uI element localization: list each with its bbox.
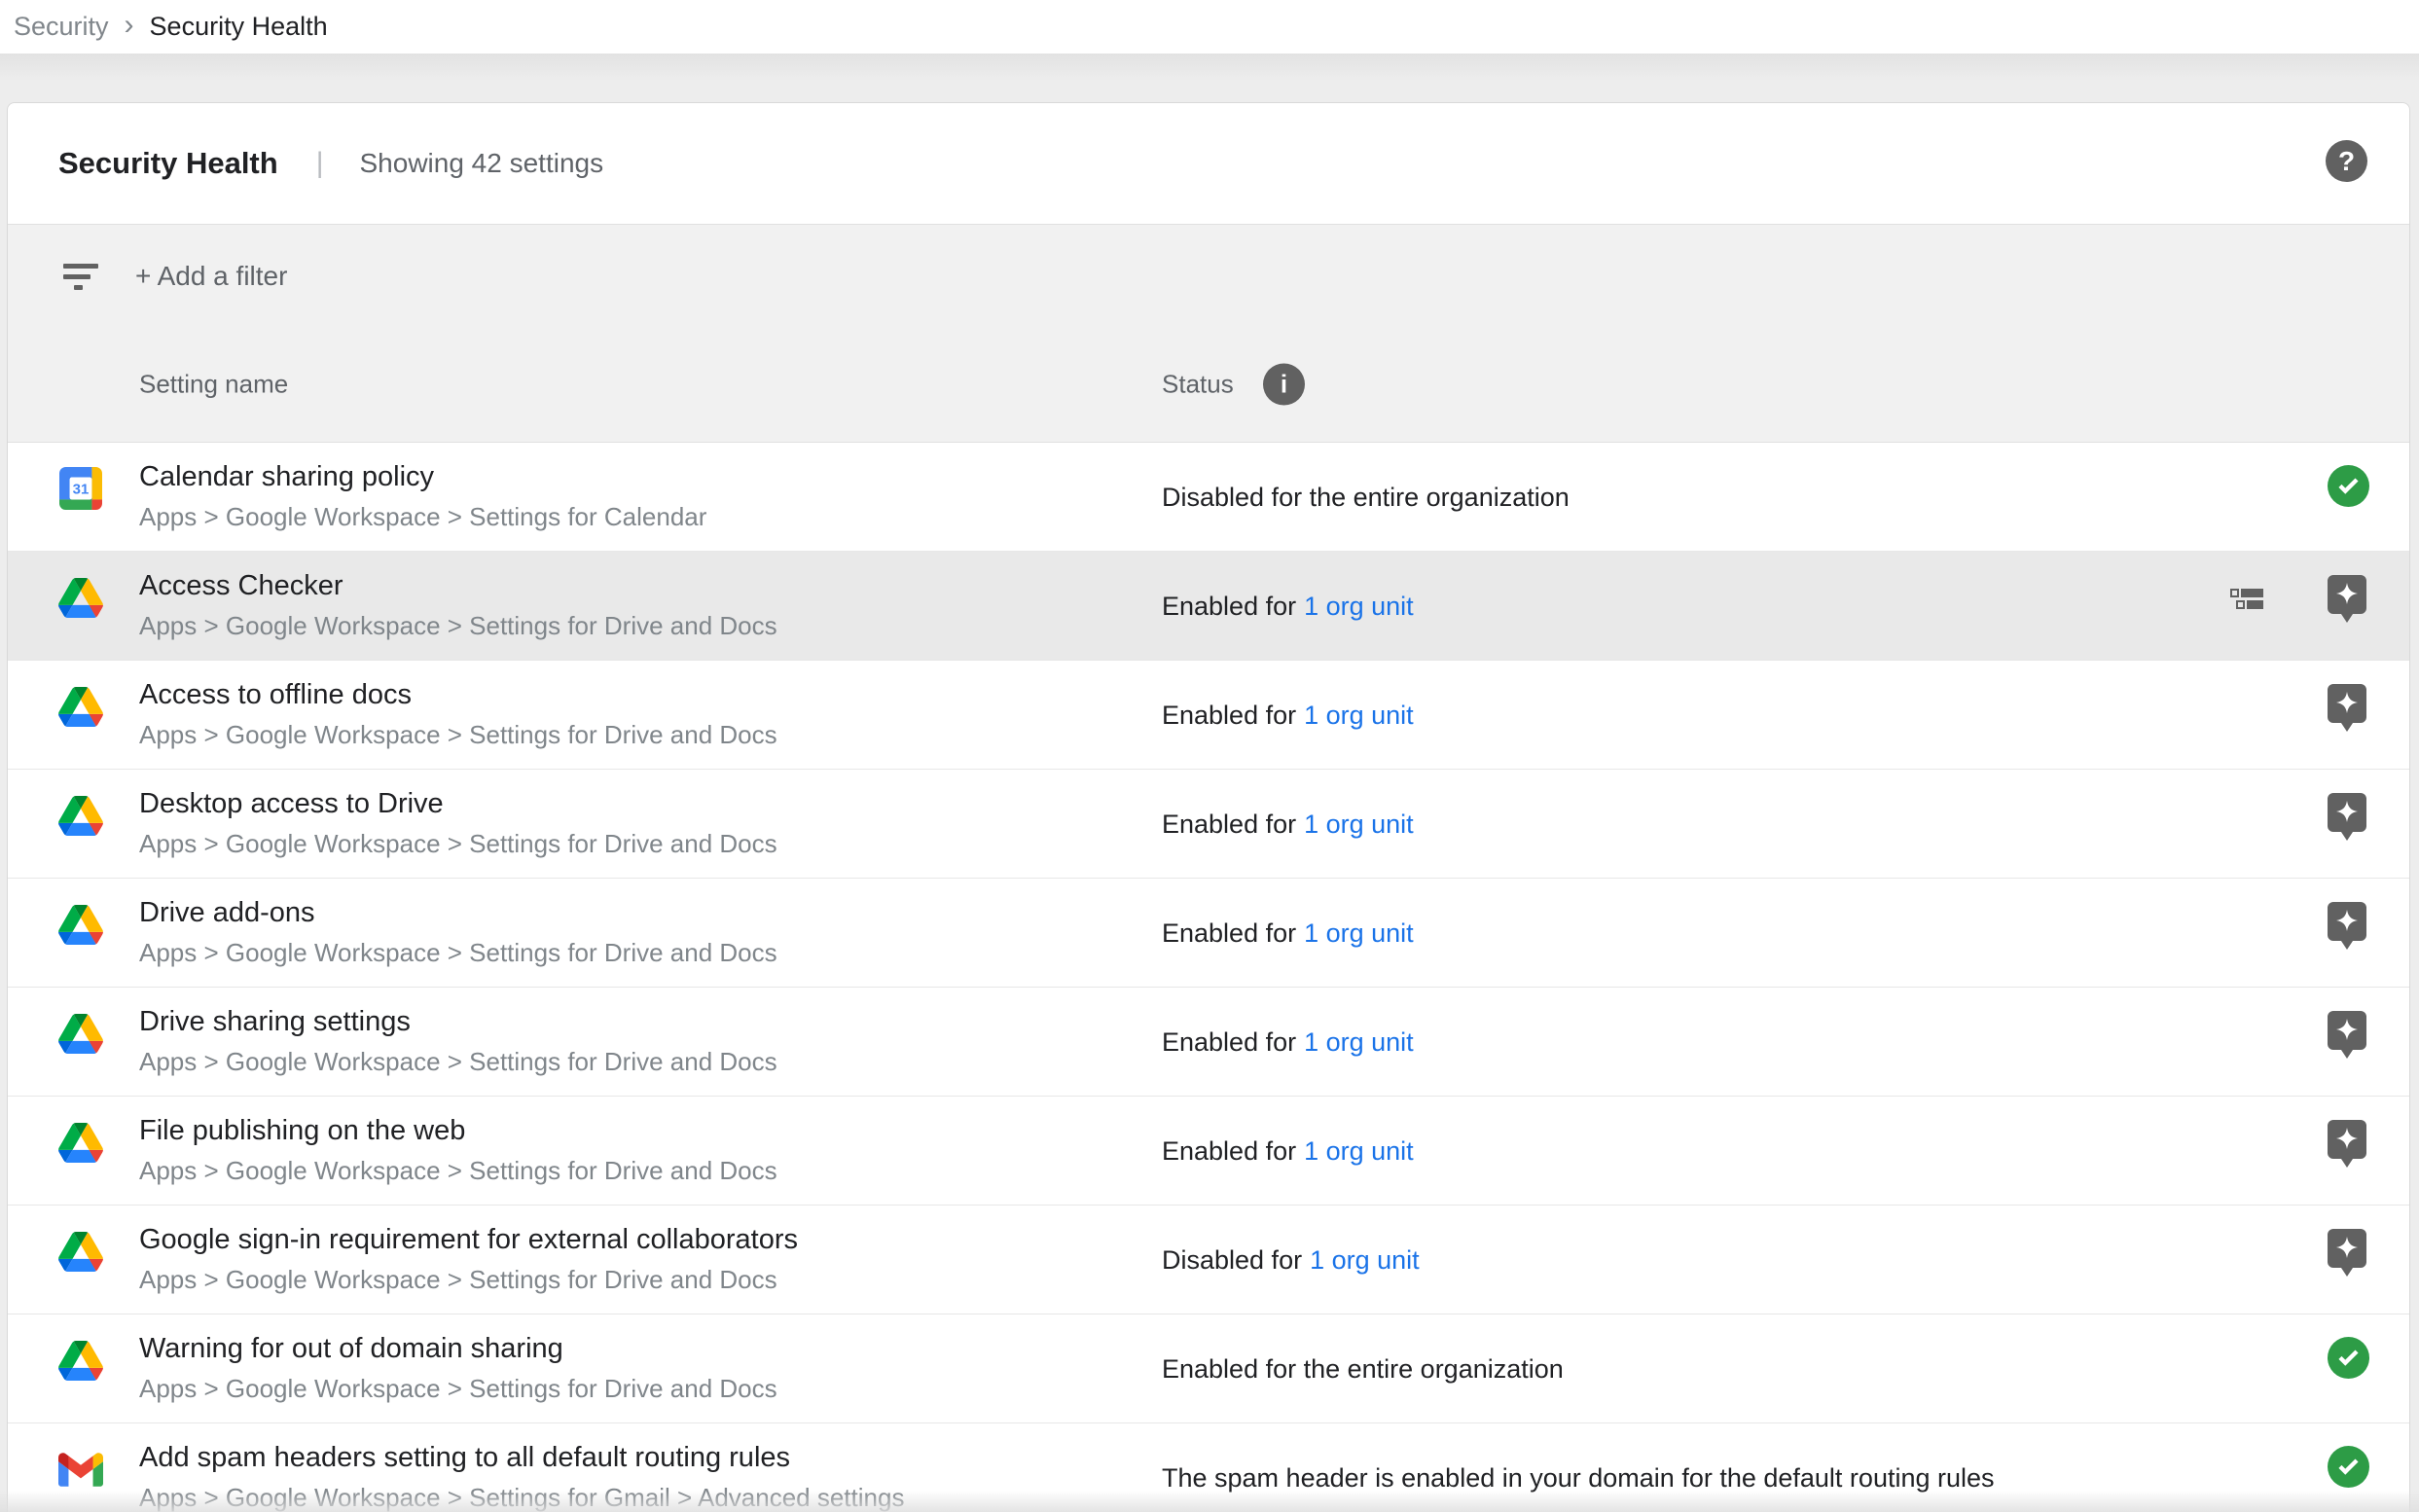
status-ok-check-icon: [2328, 465, 2369, 507]
drive-icon: [58, 1338, 103, 1383]
status-text: Disabled for: [1162, 1245, 1302, 1276]
setting-name: Desktop access to Drive: [139, 788, 444, 820]
drive-icon: [58, 793, 103, 838]
status-text: Enabled for: [1162, 810, 1296, 840]
help-icon: ?: [2338, 146, 2355, 177]
page-title: Security Health: [58, 146, 278, 181]
gmail-icon: [58, 1447, 103, 1492]
recommendation-icon[interactable]: [2328, 902, 2366, 950]
status-text: Disabled for the entire organization: [1162, 483, 1570, 513]
setting-status: Enabled for 1 org unit: [1162, 770, 1414, 879]
setting-path: Apps > Google Workspace > Settings for D…: [139, 938, 777, 968]
table-row[interactable]: Access Checker Apps > Google Workspace > …: [8, 552, 2409, 661]
status-text: Enabled for the entire organization: [1162, 1354, 1564, 1385]
title-separator: |: [316, 147, 324, 180]
table-header: Setting name Status i: [8, 327, 2409, 443]
setting-name: Drive sharing settings: [139, 1006, 411, 1038]
org-unit-link[interactable]: 1 org unit: [1304, 1136, 1414, 1167]
setting-name: Add spam headers setting to all default …: [139, 1442, 790, 1474]
setting-path: Apps > Google Workspace > Settings for C…: [139, 502, 706, 532]
status-ok-check-icon: [2328, 1446, 2369, 1488]
setting-status: The spam header is enabled in your domai…: [1162, 1423, 1995, 1512]
status-text: Enabled for: [1162, 1027, 1296, 1058]
recommendation-icon[interactable]: [2328, 575, 2366, 623]
recommendation-icon[interactable]: [2328, 684, 2366, 732]
org-unit-list-icon: [2230, 589, 2263, 609]
security-health-card: Security Health | Showing 42 settings ? …: [7, 102, 2410, 1512]
org-unit-link[interactable]: 1 org unit: [1304, 810, 1414, 840]
setting-path: Apps > Google Workspace > Settings for G…: [139, 1483, 904, 1512]
setting-path: Apps > Google Workspace > Settings for D…: [139, 1374, 777, 1404]
settings-table-body: 31 Calendar sharing policy Apps > Google W…: [8, 443, 2409, 1512]
setting-name: Access Checker: [139, 570, 343, 602]
drive-icon: [58, 684, 103, 729]
table-row[interactable]: Drive add-ons Apps > Google Workspace > S…: [8, 879, 2409, 988]
table-row[interactable]: Drive sharing settings Apps > Google Work…: [8, 988, 2409, 1097]
recommendation-icon[interactable]: [2328, 1229, 2366, 1277]
table-row[interactable]: Desktop access to Drive Apps > Google Wor…: [8, 770, 2409, 879]
drive-icon: [58, 1229, 103, 1274]
drive-icon: [58, 1011, 103, 1056]
table-row[interactable]: File publishing on the web Apps > Google …: [8, 1097, 2409, 1206]
add-filter-button[interactable]: + Add a filter: [135, 261, 287, 292]
setting-status: Enabled for 1 org unit: [1162, 879, 1414, 988]
card-header: Security Health | Showing 42 settings ?: [8, 103, 2409, 224]
setting-status: Disabled for the entire organization: [1162, 443, 1570, 552]
setting-name: File publishing on the web: [139, 1115, 465, 1147]
breadcrumb-current-page: Security Health: [150, 12, 328, 42]
status-text: Enabled for: [1162, 701, 1296, 731]
table-row[interactable]: Warning for out of domain sharing Apps > …: [8, 1314, 2409, 1423]
status-info-icon[interactable]: i: [1263, 364, 1305, 406]
setting-status: Enabled for 1 org unit: [1162, 988, 1414, 1097]
status-text: Enabled for: [1162, 918, 1296, 949]
setting-path: Apps > Google Workspace > Settings for D…: [139, 611, 777, 641]
table-row[interactable]: Add spam headers setting to all default …: [8, 1423, 2409, 1512]
setting-status: Enabled for 1 org unit: [1162, 1097, 1414, 1206]
setting-path: Apps > Google Workspace > Settings for D…: [139, 720, 777, 750]
svg-text:31: 31: [73, 482, 90, 498]
org-unit-link[interactable]: 1 org unit: [1304, 918, 1414, 949]
breadcrumb-link-security[interactable]: Security: [14, 12, 109, 42]
setting-path: Apps > Google Workspace > Settings for D…: [139, 1265, 777, 1295]
setting-path: Apps > Google Workspace > Settings for D…: [139, 1047, 777, 1077]
org-unit-link[interactable]: 1 org unit: [1304, 592, 1414, 622]
status-ok-check-icon: [2328, 1337, 2369, 1379]
setting-status: Enabled for 1 org unit: [1162, 661, 1414, 770]
status-text: Enabled for: [1162, 1136, 1296, 1167]
filter-bar: + Add a filter: [8, 224, 2409, 327]
drive-icon: [58, 1120, 103, 1165]
help-button[interactable]: ?: [2326, 140, 2367, 182]
table-row[interactable]: 31 Calendar sharing policy Apps > Google W…: [8, 443, 2409, 552]
setting-name: Drive add-ons: [139, 897, 315, 929]
setting-path: Apps > Google Workspace > Settings for D…: [139, 829, 777, 859]
setting-name: Warning for out of domain sharing: [139, 1333, 563, 1365]
setting-name: Calendar sharing policy: [139, 461, 434, 493]
calendar-icon: 31: [58, 466, 103, 511]
table-row[interactable]: Google sign-in requirement for external …: [8, 1206, 2409, 1314]
table-row[interactable]: Access to offline docs Apps > Google Work…: [8, 661, 2409, 770]
recommendation-icon[interactable]: [2328, 1120, 2366, 1168]
org-unit-link[interactable]: 1 org unit: [1310, 1245, 1420, 1276]
setting-name: Access to offline docs: [139, 679, 412, 711]
org-unit-link[interactable]: 1 org unit: [1304, 701, 1414, 731]
recommendation-icon[interactable]: [2328, 1011, 2366, 1059]
setting-status: Disabled for 1 org unit: [1162, 1206, 1420, 1314]
drive-icon: [58, 575, 103, 620]
settings-count-label: Showing 42 settings: [360, 148, 604, 179]
setting-status: Enabled for the entire organization: [1162, 1314, 1564, 1423]
setting-name: Google sign-in requirement for external …: [139, 1224, 798, 1256]
filter-icon: [63, 264, 98, 295]
recommendation-icon[interactable]: [2328, 793, 2366, 841]
breadcrumb: Security › Security Health: [0, 0, 2419, 54]
setting-status: Enabled for 1 org unit: [1162, 552, 1414, 661]
column-header-setting-name: Setting name: [139, 370, 288, 400]
column-header-status: Status: [1162, 370, 1234, 400]
breadcrumb-chevron-icon: ›: [125, 11, 134, 40]
status-text: Enabled for: [1162, 592, 1296, 622]
drive-icon: [58, 902, 103, 947]
setting-path: Apps > Google Workspace > Settings for D…: [139, 1156, 777, 1186]
org-unit-link[interactable]: 1 org unit: [1304, 1027, 1414, 1058]
status-text: The spam header is enabled in your domai…: [1162, 1463, 1995, 1494]
